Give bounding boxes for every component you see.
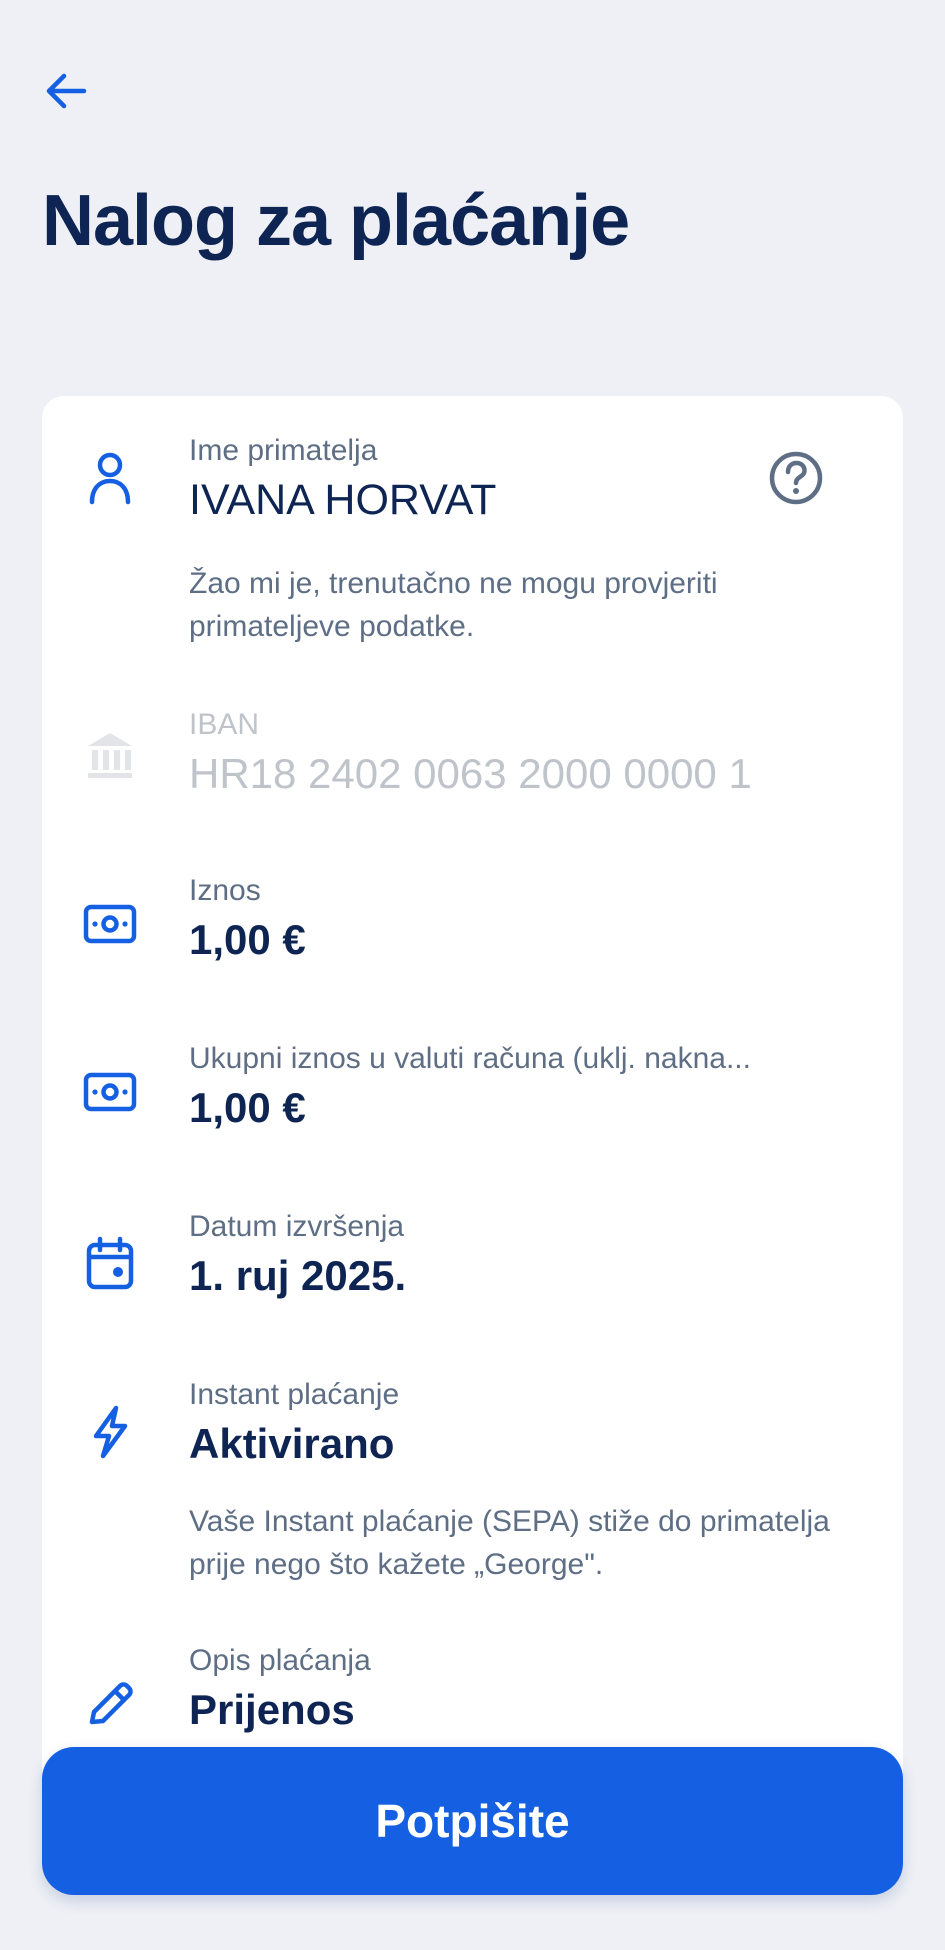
execution-date-row: Datum izvršenja 1. ruj 2025. bbox=[42, 1202, 903, 1362]
iban-row: IBAN HR18 2402 0063 2000 0000 1 bbox=[42, 696, 903, 856]
amount-row: Iznos 1,00 € bbox=[42, 866, 903, 1026]
amount-label: Iznos bbox=[189, 874, 261, 907]
recipient-name: IVANA HORVAT bbox=[189, 476, 497, 524]
description-label: Opis plaćanja bbox=[189, 1644, 371, 1677]
instant-payment-value: Aktivirano bbox=[189, 1420, 395, 1467]
question-circle-icon bbox=[769, 451, 823, 505]
instant-payment-note: Vaše Instant plaćanje (SEPA) stiže do pr… bbox=[189, 1505, 830, 1581]
sign-button[interactable]: Potpišite bbox=[42, 1747, 903, 1895]
arrow-left-icon bbox=[46, 73, 87, 109]
pencil-icon bbox=[82, 1676, 138, 1732]
payment-details-card: Ime primatelja IVANA HORVAT Žao mi je, t… bbox=[42, 396, 903, 1796]
instant-payment-label: Instant plaćanje bbox=[189, 1378, 400, 1411]
execution-date-label: Datum izvršenja bbox=[189, 1210, 405, 1243]
recipient-row: Ime primatelja IVANA HORVAT Žao mi je, t… bbox=[42, 396, 903, 656]
banknote-icon bbox=[82, 896, 138, 952]
execution-date-value: 1. ruj 2025. bbox=[189, 1252, 407, 1299]
page-title: Nalog za plaćanje bbox=[42, 181, 630, 261]
banknote-icon bbox=[82, 1064, 138, 1120]
total-amount-label: Ukupni iznos u valuti računa (uklj. nakn… bbox=[189, 1042, 751, 1075]
description-value: Prijenos bbox=[189, 1686, 355, 1733]
iban-label: IBAN bbox=[189, 708, 260, 741]
calendar-icon bbox=[82, 1236, 138, 1292]
back-button[interactable] bbox=[42, 62, 106, 120]
iban-value: HR18 2402 0063 2000 0000 1 bbox=[189, 750, 752, 797]
bank-icon bbox=[82, 727, 138, 783]
help-button[interactable] bbox=[768, 450, 824, 506]
person-icon bbox=[82, 450, 138, 506]
total-amount-row: Ukupni iznos u valuti računa (uklj. nakn… bbox=[42, 1034, 903, 1194]
instant-payment-row: Instant plaćanje Aktivirano Vaše Instant… bbox=[42, 1370, 903, 1620]
total-amount-value: 1,00 € bbox=[189, 1084, 306, 1131]
recipient-label: Ime primatelja bbox=[189, 434, 378, 467]
payment-order-screen: Nalog za plaćanje Ime primatelja IVANA H… bbox=[0, 0, 945, 1950]
lightning-icon bbox=[82, 1404, 138, 1460]
amount-value: 1,00 € bbox=[189, 916, 306, 963]
recipient-verification-note: Žao mi je, trenutačno ne mogu provjeriti… bbox=[189, 567, 718, 643]
